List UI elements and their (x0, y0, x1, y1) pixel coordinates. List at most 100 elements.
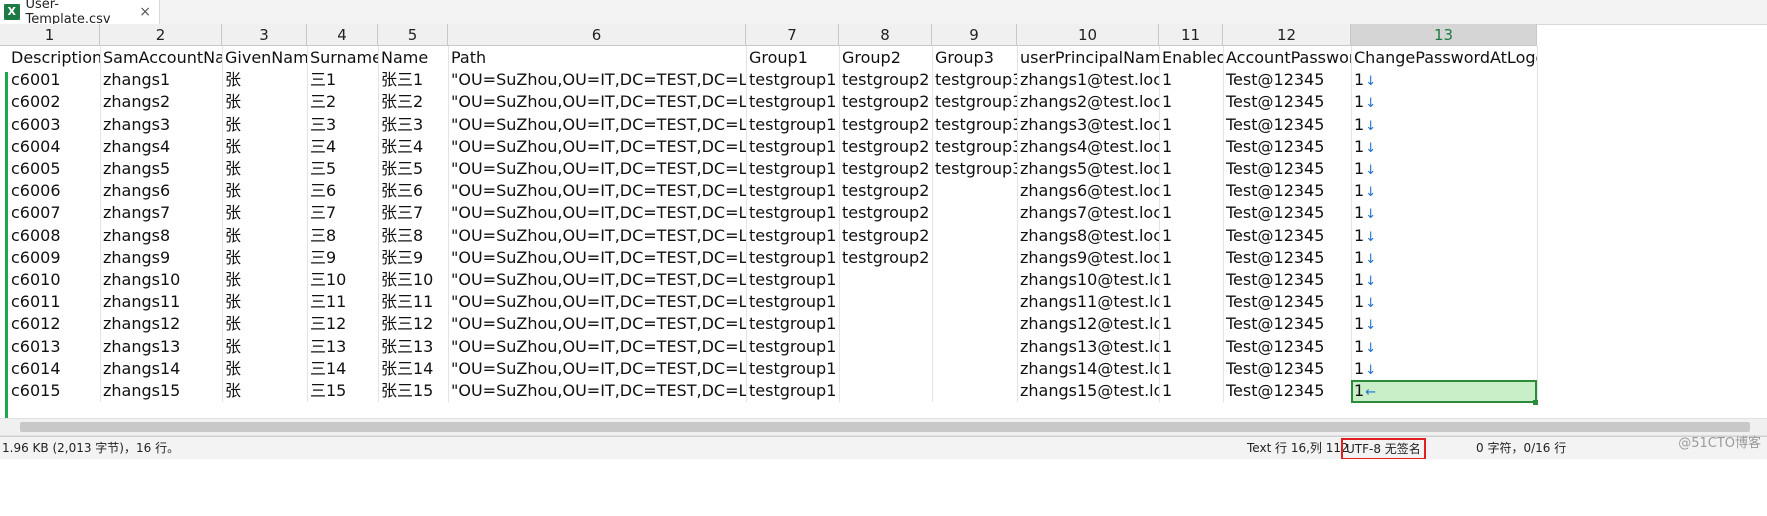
table-cell[interactable]: 1↓ (1351, 136, 1537, 158)
table-cell[interactable]: c6008 (8, 225, 100, 247)
table-cell[interactable]: c6003 (8, 114, 100, 136)
table-cell[interactable]: Test@12345 (1223, 91, 1351, 113)
table-cell[interactable]: zhangs14 (100, 358, 222, 380)
table-cell[interactable]: 张三8 (378, 225, 448, 247)
table-cell[interactable]: 1 (1159, 247, 1223, 269)
table-cell[interactable]: zhangs6@test.local (1017, 180, 1159, 202)
table-cell[interactable]: 1↓ (1351, 358, 1537, 380)
table-cell[interactable]: testgroup1 (746, 313, 839, 335)
table-cell[interactable]: zhangs3 (100, 114, 222, 136)
table-cell[interactable]: "OU=SuZhou,OU=IT,DC=TEST,DC=LOCAL" (448, 202, 746, 224)
column-number-header[interactable]: 13 (1351, 24, 1537, 46)
table-cell[interactable]: 1 (1159, 91, 1223, 113)
table-cell[interactable] (932, 313, 1017, 335)
table-cell[interactable]: testgroup3 (932, 91, 1017, 113)
table-cell[interactable]: testgroup1 (746, 380, 839, 402)
table-cell[interactable]: 张三6 (378, 180, 448, 202)
table-cell[interactable]: c6001 (8, 69, 100, 91)
table-cell[interactable]: "OU=SuZhou,OU=IT,DC=TEST,DC=LOCAL" (448, 269, 746, 291)
table-cell[interactable]: "OU=SuZhou,OU=IT,DC=TEST,DC=LOCAL" (448, 225, 746, 247)
table-cell[interactable]: 1↓ (1351, 202, 1537, 224)
header-cell[interactable]: Surname (307, 47, 378, 69)
table-cell[interactable]: 1 (1159, 380, 1223, 402)
table-cell[interactable]: "OU=SuZhou,OU=IT,DC=TEST,DC=LOCAL" (448, 247, 746, 269)
table-cell[interactable]: 1↓ (1351, 313, 1537, 335)
table-cell[interactable]: 张 (222, 247, 307, 269)
table-cell[interactable]: 1 (1159, 313, 1223, 335)
table-cell[interactable]: 张 (222, 269, 307, 291)
table-cell[interactable]: Test@12345 (1223, 336, 1351, 358)
column-number-header[interactable]: 2 (100, 24, 222, 46)
table-cell[interactable]: 1 (1159, 114, 1223, 136)
table-cell[interactable]: 张三4 (378, 136, 448, 158)
table-cell[interactable]: 1 (1159, 225, 1223, 247)
table-cell[interactable]: 张 (222, 336, 307, 358)
table-cell[interactable]: testgroup2 (839, 69, 932, 91)
table-cell[interactable]: testgroup3 (932, 136, 1017, 158)
column-number-header[interactable]: 7 (746, 24, 839, 46)
header-cell[interactable]: Group1 (746, 47, 839, 69)
table-cell[interactable]: 1↓ (1351, 158, 1537, 180)
table-cell[interactable]: "OU=SuZhou,OU=IT,DC=TEST,DC=LOCAL" (448, 69, 746, 91)
table-cell[interactable]: testgroup2 (839, 202, 932, 224)
table-cell[interactable]: 张 (222, 69, 307, 91)
table-cell[interactable]: zhangs6 (100, 180, 222, 202)
table-cell[interactable]: 张 (222, 225, 307, 247)
table-cell[interactable]: Test@12345 (1223, 158, 1351, 180)
table-cell[interactable]: zhangs9@test.local (1017, 247, 1159, 269)
table-cell[interactable]: c6004 (8, 136, 100, 158)
table-cell[interactable]: zhangs15@test.local (1017, 380, 1159, 402)
table-cell[interactable]: zhangs1@test.local (1017, 69, 1159, 91)
table-cell[interactable]: zhangs4@test.local (1017, 136, 1159, 158)
table-cell[interactable]: "OU=SuZhou,OU=IT,DC=TEST,DC=LOCAL" (448, 158, 746, 180)
table-cell[interactable]: 1 (1159, 136, 1223, 158)
table-cell[interactable]: testgroup1 (746, 158, 839, 180)
table-cell[interactable]: testgroup1 (746, 269, 839, 291)
table-cell[interactable]: zhangs11@test.local (1017, 291, 1159, 313)
table-cell[interactable]: c6014 (8, 358, 100, 380)
table-cell[interactable]: zhangs5 (100, 158, 222, 180)
table-cell[interactable]: 三6 (307, 180, 378, 202)
table-cell[interactable]: 三8 (307, 225, 378, 247)
table-cell[interactable]: testgroup3 (932, 69, 1017, 91)
table-cell[interactable]: 三3 (307, 114, 378, 136)
table-cell[interactable]: zhangs13 (100, 336, 222, 358)
table-cell[interactable] (932, 380, 1017, 402)
table-cell[interactable]: 张 (222, 136, 307, 158)
table-cell[interactable]: zhangs4 (100, 136, 222, 158)
table-cell[interactable]: 1↓ (1351, 91, 1537, 113)
table-cell[interactable]: 1 (1159, 180, 1223, 202)
table-cell[interactable]: 1↓ (1351, 269, 1537, 291)
table-cell[interactable]: zhangs9 (100, 247, 222, 269)
table-cell[interactable]: 1↓ (1351, 336, 1537, 358)
file-tab[interactable]: X User-Template.csv × (0, 0, 160, 27)
horizontal-scrollbar[interactable] (0, 418, 1767, 436)
table-cell[interactable]: zhangs2 (100, 91, 222, 113)
header-cell[interactable]: Name (378, 47, 448, 69)
scrollbar-thumb[interactable] (20, 422, 1750, 432)
table-cell[interactable]: Test@12345 (1223, 69, 1351, 91)
table-cell[interactable]: c6010 (8, 269, 100, 291)
table-cell[interactable]: Test@12345 (1223, 358, 1351, 380)
table-cell[interactable]: 张 (222, 380, 307, 402)
table-cell[interactable]: 1← (1351, 380, 1537, 402)
table-cell[interactable]: 三11 (307, 291, 378, 313)
table-cell[interactable]: 张三12 (378, 313, 448, 335)
table-cell[interactable]: 张三7 (378, 202, 448, 224)
table-cell[interactable]: 1 (1159, 336, 1223, 358)
table-cell[interactable]: Test@12345 (1223, 269, 1351, 291)
table-cell[interactable]: testgroup2 (839, 158, 932, 180)
table-cell[interactable]: testgroup2 (839, 247, 932, 269)
table-cell[interactable]: "OU=SuZhou,OU=IT,DC=TEST,DC=LOCAL" (448, 180, 746, 202)
table-cell[interactable]: 张三15 (378, 380, 448, 402)
table-cell[interactable] (932, 291, 1017, 313)
table-cell[interactable]: testgroup1 (746, 136, 839, 158)
table-cell[interactable]: zhangs10 (100, 269, 222, 291)
table-cell[interactable]: c6015 (8, 380, 100, 402)
table-cell[interactable]: c6013 (8, 336, 100, 358)
header-cell[interactable]: AccountPassword (1223, 47, 1351, 69)
table-cell[interactable]: testgroup1 (746, 202, 839, 224)
table-cell[interactable] (932, 358, 1017, 380)
header-cell[interactable]: SamAccountName (100, 47, 222, 69)
table-cell[interactable]: 1↓ (1351, 114, 1537, 136)
